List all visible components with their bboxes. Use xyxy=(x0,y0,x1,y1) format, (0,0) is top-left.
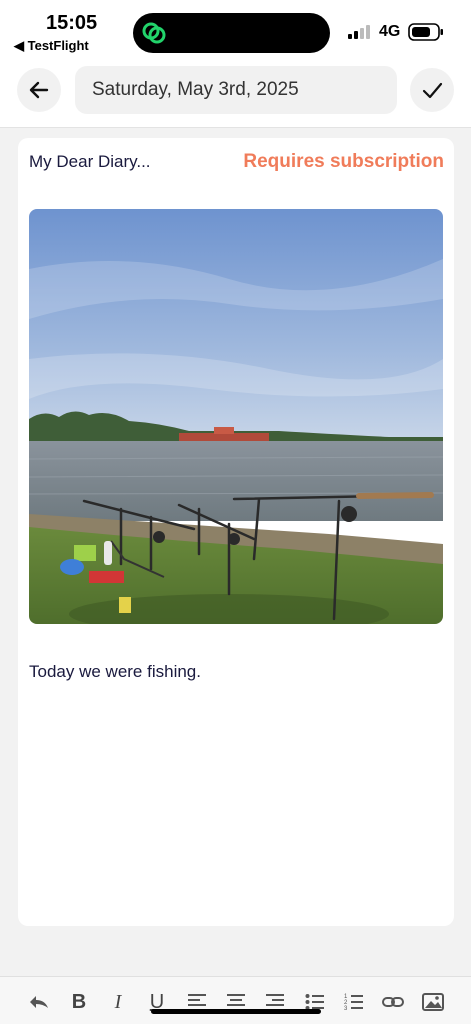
back-button[interactable] xyxy=(17,68,61,112)
signal-strength-icon xyxy=(348,25,370,39)
italic-button[interactable]: I xyxy=(105,991,131,1013)
undo-icon xyxy=(30,996,48,1008)
date-label: Saturday, May 3rd, 2025 xyxy=(92,79,299,100)
undo-button[interactable] xyxy=(26,991,52,1013)
battery-icon xyxy=(408,23,443,41)
entry-header: Saturday, May 3rd, 2025 xyxy=(0,60,471,128)
numbered-list-icon: 123 xyxy=(344,994,363,1011)
link-rings-icon xyxy=(142,22,166,44)
status-bar: 15:05 ◀ TestFlight 4G xyxy=(0,0,471,60)
fishing-scene-image xyxy=(29,209,443,624)
back-to-testflight-link[interactable]: ◀ TestFlight xyxy=(14,38,89,54)
bold-button[interactable]: B xyxy=(66,991,92,1013)
entry-photo[interactable] xyxy=(29,209,443,624)
svg-text:3: 3 xyxy=(344,1006,348,1011)
diary-title[interactable]: My Dear Diary... xyxy=(29,152,151,172)
italic-icon: I xyxy=(114,990,122,1013)
dynamic-island xyxy=(133,13,330,53)
insert-image-button[interactable] xyxy=(420,991,446,1013)
image-icon xyxy=(422,993,444,1011)
home-indicator xyxy=(151,1009,321,1014)
save-button[interactable] xyxy=(410,68,454,112)
date-selector[interactable]: Saturday, May 3rd, 2025 xyxy=(75,66,397,114)
requires-subscription-link[interactable]: Requires subscription xyxy=(243,151,444,173)
numbered-list-button[interactable]: 123 xyxy=(341,991,367,1013)
checkmark-icon xyxy=(422,82,443,99)
bold-icon: B xyxy=(71,990,87,1013)
formatting-toolbar: B I U 123 xyxy=(0,976,471,1024)
diary-entry-card: My Dear Diary... Requires subscription T… xyxy=(18,138,454,926)
status-time: 15:05 xyxy=(46,12,98,34)
arrow-left-icon xyxy=(29,81,49,99)
link-button[interactable] xyxy=(380,991,406,1013)
link-icon xyxy=(382,997,404,1007)
network-type: 4G xyxy=(379,23,401,40)
entry-body-text[interactable]: Today we were fishing. xyxy=(29,662,201,682)
